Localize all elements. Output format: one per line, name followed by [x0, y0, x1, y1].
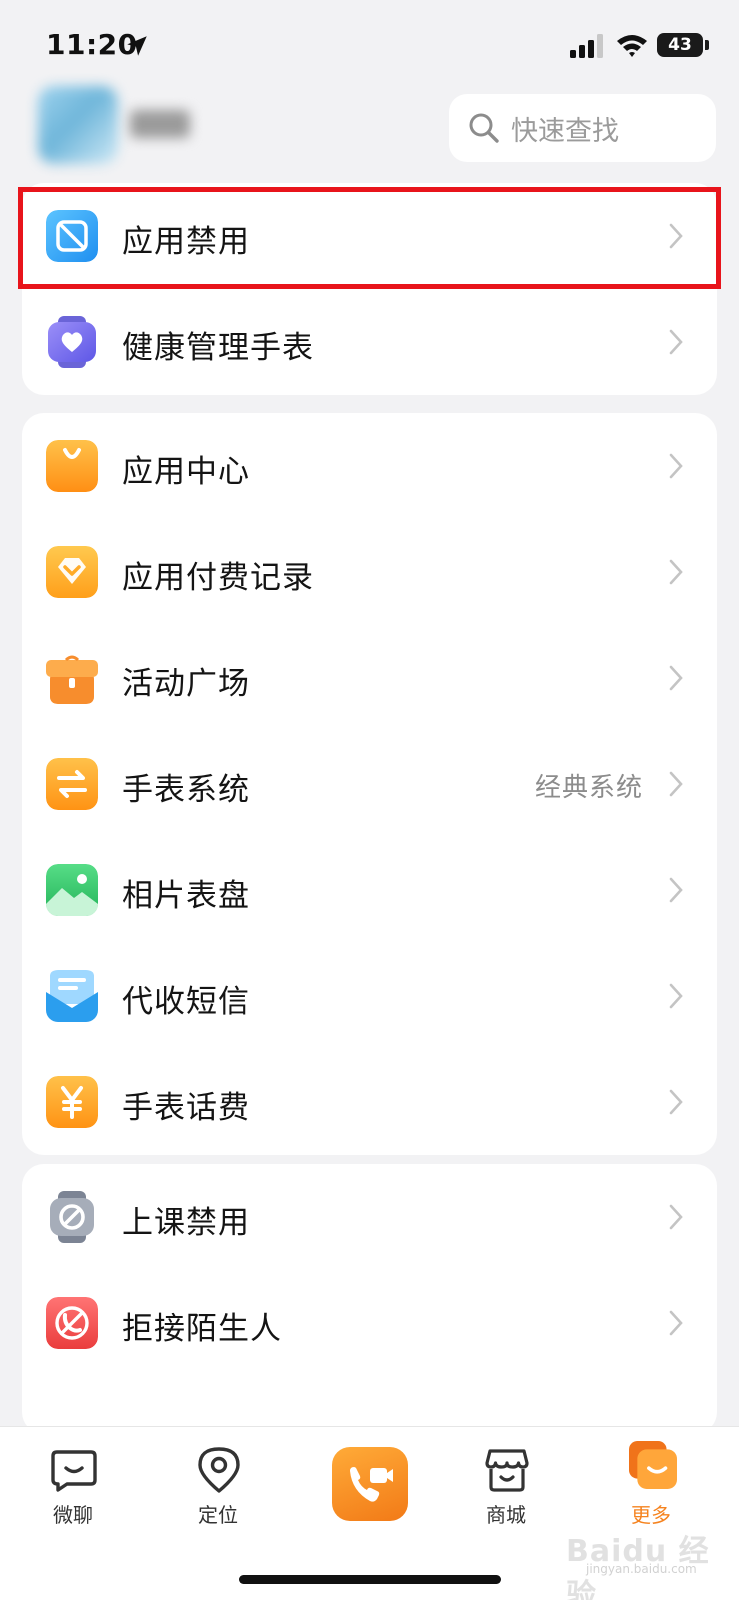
store-icon — [485, 1449, 529, 1492]
chevron-right-icon — [669, 1310, 683, 1336]
switch-arrows-icon — [46, 758, 98, 810]
menu-item-value: 经典系统 — [534, 773, 643, 803]
menu-item-reject-strangers[interactable]: 拒接陌生人 — [22, 1270, 717, 1376]
search-input[interactable]: 快速查找 — [449, 94, 716, 162]
menu-item-label: 健康管理手表 — [122, 330, 314, 366]
menu-item-label: 应用禁用 — [122, 224, 250, 260]
user-name-blurred — [130, 110, 190, 138]
menu-item-label: 应用付费记录 — [122, 560, 314, 596]
more-icon — [629, 1441, 677, 1489]
battery-tip — [705, 40, 709, 50]
yen-icon — [46, 1076, 98, 1128]
menu-item-label: 应用中心 — [122, 454, 250, 490]
chevron-right-icon — [669, 453, 683, 479]
gift-icon — [46, 655, 98, 704]
menu-item-app-center[interactable]: 应用中心 — [22, 413, 717, 519]
search-icon — [469, 113, 499, 143]
chevron-right-icon — [669, 1204, 683, 1230]
chevron-right-icon — [669, 329, 683, 355]
menu-item-label: 代收短信 — [122, 984, 250, 1020]
reject-call-icon — [46, 1297, 98, 1349]
tab-store[interactable]: 商城 — [451, 1427, 561, 1547]
watermark-url: jingyan.baidu.com — [586, 1562, 697, 1576]
tab-label: 定位 — [198, 1503, 238, 1527]
tab-label: 更多 — [631, 1503, 671, 1527]
search-placeholder: 快速查找 — [511, 116, 619, 147]
menu-item-activity-plaza[interactable]: 活动广场 — [22, 625, 717, 731]
location-arrow-icon — [127, 36, 147, 56]
settings-group-3: 上课禁用 拒接陌生人 — [22, 1164, 717, 1434]
heart-watch-icon — [48, 316, 96, 368]
menu-item-sms-proxy[interactable]: 代收短信 — [22, 943, 717, 1049]
envelope-icon — [46, 970, 98, 1022]
chevron-right-icon — [669, 665, 683, 691]
app-disable-icon — [46, 210, 98, 262]
settings-group-1: 应用禁用 健康管理手表 — [22, 183, 717, 395]
menu-item-label: 上课禁用 — [122, 1205, 250, 1241]
menu-item-health-watch[interactable]: 健康管理手表 — [22, 289, 717, 395]
battery-level: 43 — [657, 33, 703, 57]
tab-label: 商城 — [486, 1503, 526, 1527]
shopping-bag-icon — [46, 440, 98, 492]
menu-item-watch-system[interactable]: 手表系统 经典系统 — [22, 731, 717, 837]
menu-item-label: 手表话费 — [122, 1090, 250, 1126]
tab-chat[interactable]: 微聊 — [18, 1427, 128, 1547]
avatar[interactable] — [38, 86, 118, 164]
video-call-icon — [350, 1467, 393, 1502]
chevron-right-icon — [669, 877, 683, 903]
diamond-icon — [46, 546, 98, 598]
menu-item-photo-watchface[interactable]: 相片表盘 — [22, 837, 717, 943]
location-pin-icon — [198, 1447, 240, 1493]
settings-group-2: 应用中心 应用付费记录 活动广场 手表系统 经典系统 相片表盘 代收短信 手表话… — [22, 413, 717, 1155]
home-indicator — [239, 1575, 501, 1584]
chat-icon — [51, 1450, 97, 1492]
status-bar: 11:20 43 — [0, 0, 739, 92]
chevron-right-icon — [669, 983, 683, 1009]
menu-item-label: 活动广场 — [122, 666, 250, 702]
menu-item-watch-phone-bill[interactable]: 手表话费 — [22, 1049, 717, 1155]
wifi-icon — [617, 35, 647, 57]
menu-item-class-disable[interactable]: 上课禁用 — [22, 1164, 717, 1270]
menu-item-label: 手表系统 — [122, 772, 250, 808]
tab-label: 微聊 — [53, 1503, 93, 1527]
chevron-right-icon — [669, 223, 683, 249]
tab-location[interactable]: 定位 — [163, 1427, 273, 1547]
menu-item-payment-records[interactable]: 应用付费记录 — [22, 519, 717, 625]
menu-item-label: 拒接陌生人 — [122, 1311, 282, 1347]
cellular-signal-icon — [570, 34, 603, 58]
chevron-right-icon — [669, 1089, 683, 1115]
menu-item-app-disable[interactable]: 应用禁用 — [22, 183, 717, 289]
menu-item-label: 相片表盘 — [122, 878, 250, 914]
class-ban-icon — [50, 1191, 94, 1243]
chevron-right-icon — [669, 559, 683, 585]
photo-icon — [46, 864, 98, 916]
video-call-button[interactable] — [332, 1447, 408, 1521]
chevron-right-icon — [669, 771, 683, 797]
